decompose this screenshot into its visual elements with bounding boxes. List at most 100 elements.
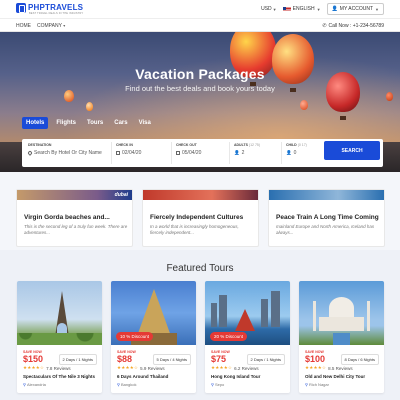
tour-card[interactable]: SAVE NOW $150 2 Days / 1 Nights ★★★★☆ 7.8… bbox=[17, 281, 102, 393]
nav-company-label: COMPANY bbox=[37, 23, 62, 29]
child-value: 0 bbox=[293, 150, 297, 156]
location-pin-icon: ⚲ bbox=[211, 382, 214, 387]
review-count: 7.8 Reviews bbox=[46, 365, 71, 371]
calendar-icon bbox=[176, 151, 180, 155]
destination-label: DESTINATION bbox=[28, 143, 52, 147]
tour-rating: ★★★★☆ 7.8 Reviews bbox=[23, 365, 71, 371]
tab-cars[interactable]: Cars bbox=[111, 117, 130, 129]
check-out-value: 05/04/20 bbox=[182, 150, 202, 156]
check-out-label: CHECK OUT bbox=[176, 143, 197, 147]
tour-duration: 8 Days / 6 Nights bbox=[340, 354, 379, 365]
tour-price: $75 bbox=[211, 354, 227, 364]
adults-label-row: ADULTS (12 75) bbox=[234, 143, 277, 147]
nav-links: HOME COMPANY ▾ bbox=[16, 23, 65, 29]
adults-field[interactable]: ADULTS (12 75) 👤 2 bbox=[230, 142, 282, 164]
tab-flights[interactable]: Flights bbox=[53, 117, 79, 129]
tour-location: ⚲ Alexandria bbox=[23, 382, 46, 387]
calendar-icon bbox=[116, 151, 120, 155]
logo-text: PHPTRAVELS bbox=[28, 3, 84, 12]
tour-price: $100 bbox=[305, 354, 326, 364]
adults-label: ADULTS bbox=[234, 143, 248, 147]
tour-duration: 5 Days / 4 Nights bbox=[152, 354, 191, 365]
tab-tours[interactable]: Tours bbox=[84, 117, 106, 129]
phone-number: Call Now : +1-234-56789 bbox=[328, 23, 384, 29]
destination-placeholder: Search By Hotel Or City Name bbox=[34, 150, 102, 156]
search-tabs: Hotels Flights Tours Cars Visa bbox=[22, 117, 154, 129]
hot-air-balloon-image bbox=[386, 92, 393, 101]
language-dropdown[interactable]: ENGLISH ▼ bbox=[282, 6, 321, 12]
search-button[interactable]: SEARCH bbox=[324, 141, 380, 160]
nav-home[interactable]: HOME bbox=[16, 23, 31, 29]
tour-name[interactable]: Hong Kong Island Tour bbox=[211, 374, 287, 379]
tour-location: ⚲ Bangkok bbox=[117, 382, 137, 387]
currency-value: USD bbox=[261, 6, 272, 12]
location-pin-icon bbox=[27, 150, 33, 156]
hotel-search-form: DESTINATION Search By Hotel Or City Name… bbox=[22, 139, 383, 167]
offer-title[interactable]: Virgin Gorda beaches and... bbox=[24, 214, 110, 221]
phone-contact[interactable]: ✆ Call Now : +1-234-56789 bbox=[322, 23, 384, 29]
offer-card[interactable]: dubai Virgin Gorda beaches and... This i… bbox=[16, 189, 133, 247]
tour-location-name: Rich Nagar bbox=[308, 382, 329, 387]
taj-mahal-base bbox=[319, 317, 364, 331]
main-navbar: HOME COMPANY ▾ ✆ Call Now : +1-234-56789 bbox=[0, 19, 400, 32]
tour-card[interactable]: 10 % Discount SAVE NOW $88 5 Days / 4 Ni… bbox=[111, 281, 196, 393]
skyscraper bbox=[261, 299, 268, 327]
person-icon: 👤 bbox=[234, 150, 240, 155]
destination-input: Search By Hotel Or City Name bbox=[27, 150, 107, 156]
my-account-button[interactable]: 👤 MY ACCOUNT ▼ bbox=[326, 3, 384, 15]
review-count: 5.9 Reviews bbox=[140, 365, 165, 371]
tour-price: $88 bbox=[117, 354, 133, 364]
tour-price: $150 bbox=[23, 354, 44, 364]
review-count: 6.2 Reviews bbox=[234, 365, 259, 371]
check-in-label: CHECK IN bbox=[116, 143, 133, 147]
offer-description: This is the second leg of a truly fun we… bbox=[24, 224, 128, 235]
chevron-down-icon: ▼ bbox=[375, 6, 379, 12]
check-in-field[interactable]: CHECK IN 02/04/20 bbox=[112, 142, 172, 164]
offer-card[interactable]: Peace Train A Long Time Coming mainland … bbox=[268, 189, 385, 247]
star-rating-icon: ★★★★☆ bbox=[117, 365, 139, 370]
offer-card[interactable]: Fiercely Independent Cultures In a world… bbox=[142, 189, 259, 247]
chevron-down-icon: ▼ bbox=[316, 6, 321, 12]
currency-dropdown[interactable]: USD ▼ bbox=[261, 6, 277, 12]
offer-banner-image bbox=[269, 190, 384, 200]
section-title: Featured Tours bbox=[166, 263, 234, 274]
offer-banner-image: dubai bbox=[17, 190, 132, 200]
tour-duration: 2 Days / 1 Nights bbox=[246, 354, 285, 365]
tour-rating: ★★★★☆ 8.5 Reviews bbox=[305, 365, 353, 371]
tour-duration: 2 Days / 1 Nights bbox=[58, 354, 97, 365]
tab-hotels[interactable]: Hotels bbox=[22, 117, 49, 129]
tour-name[interactable]: Old and New Delhi City Tour bbox=[305, 374, 381, 379]
tour-card[interactable]: 20 % Discount SAVE NOW $75 2 Days / 1 Ni… bbox=[205, 281, 290, 393]
star-rating-icon: ★★★★☆ bbox=[211, 365, 233, 370]
tour-name[interactable]: 6 Days Around Thailand bbox=[117, 374, 193, 379]
offer-title[interactable]: Fiercely Independent Cultures bbox=[150, 214, 243, 221]
chevron-down-icon: ▾ bbox=[63, 23, 66, 28]
taj-mahal-dome bbox=[329, 297, 354, 319]
top-right-controls: USD ▼ ENGLISH ▼ 👤 MY ACCOUNT ▼ bbox=[261, 3, 384, 15]
logo-tagline: BEST TRAVEL DEALS IN THE INDUSTRY bbox=[29, 12, 84, 15]
location-pin-icon: ⚲ bbox=[305, 382, 308, 387]
star-rating-icon: ★★★★☆ bbox=[305, 365, 327, 370]
check-out-field[interactable]: CHECK OUT 05/04/20 bbox=[172, 142, 230, 164]
hero-title: Vacation Packages bbox=[135, 66, 265, 82]
tour-location: ⚲ Sepo bbox=[211, 382, 224, 387]
hot-air-balloon-image bbox=[300, 100, 308, 110]
minaret bbox=[313, 301, 316, 331]
tab-visa[interactable]: Visa bbox=[136, 117, 154, 129]
tour-image[interactable] bbox=[17, 281, 102, 345]
top-bar: PHPTRAVELS BEST TRAVEL DEALS IN THE INDU… bbox=[0, 0, 400, 19]
offer-brand: dubai bbox=[114, 192, 128, 198]
offer-title[interactable]: Peace Train A Long Time Coming bbox=[276, 214, 379, 221]
location-pin-icon: ⚲ bbox=[23, 382, 26, 387]
tour-card[interactable]: SAVE NOW $100 8 Days / 6 Nights ★★★★☆ 8.5… bbox=[299, 281, 384, 393]
trees bbox=[17, 333, 102, 345]
skyscraper bbox=[271, 291, 280, 327]
skyscraper bbox=[211, 303, 217, 327]
discount-badge: 20 % Discount bbox=[210, 332, 248, 341]
tour-image[interactable] bbox=[299, 281, 384, 345]
person-icon: 👤 bbox=[286, 150, 292, 155]
nav-company[interactable]: COMPANY ▾ bbox=[37, 23, 65, 29]
destination-field[interactable]: DESTINATION Search By Hotel Or City Name bbox=[24, 142, 112, 164]
check-in-input: 02/04/20 bbox=[116, 150, 167, 156]
tour-name[interactable]: Spectaculars Of The Nile 3 Nights bbox=[23, 374, 99, 379]
